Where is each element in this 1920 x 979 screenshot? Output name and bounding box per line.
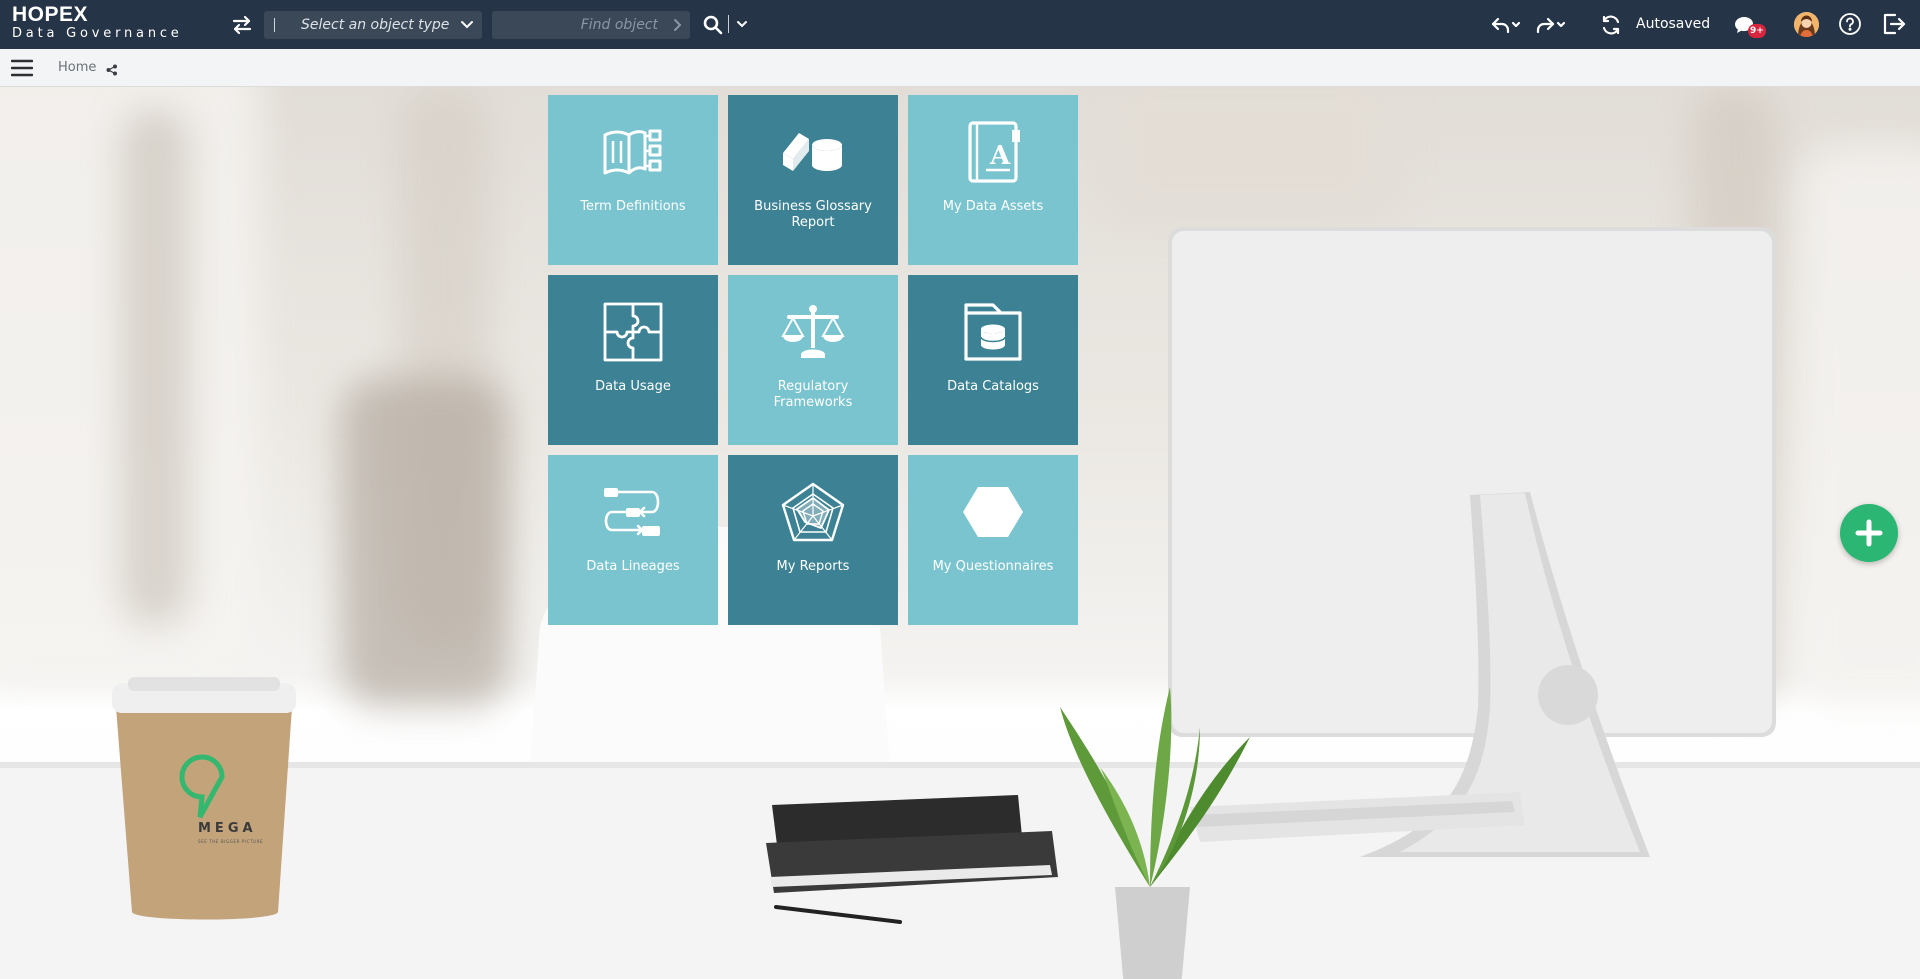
search-icon[interactable] xyxy=(701,13,725,37)
notification-badge: 9+ xyxy=(1748,24,1766,38)
tile-label: Data Catalogs xyxy=(947,379,1039,394)
text-caret xyxy=(274,18,275,32)
tile-data-usage[interactable]: Data Usage xyxy=(548,275,718,445)
tile-label: Data Usage xyxy=(595,379,671,394)
tile-label: My Data Assets xyxy=(942,199,1044,214)
find-object-input[interactable] xyxy=(492,11,662,39)
autosave-status: Autosaved xyxy=(1636,16,1711,32)
address-book-icon: A xyxy=(958,117,1028,187)
folder-database-icon xyxy=(958,297,1028,367)
tile-label: Regulatory Frameworks xyxy=(773,379,853,410)
svg-text:A: A xyxy=(989,141,1011,171)
brand-subtitle: Data Governance xyxy=(12,26,183,41)
tile-data-lineages[interactable]: Data Lineages xyxy=(548,455,718,625)
top-bar: HOPEX Data Governance Select an object t… xyxy=(0,0,1920,49)
tile-label: Data Lineages xyxy=(586,559,680,574)
object-type-placeholder: Select an object type xyxy=(301,17,450,33)
tile-label: My Questionnaires xyxy=(932,559,1054,574)
object-type-select[interactable]: Select an object type xyxy=(264,11,482,39)
user-avatar[interactable] xyxy=(1794,12,1819,37)
menu-icon[interactable] xyxy=(10,57,34,79)
undo-icon[interactable] xyxy=(1490,13,1524,37)
books-database-icon xyxy=(778,117,848,187)
help-icon[interactable] xyxy=(1838,12,1862,36)
app-logo[interactable]: HOPEX Data Governance xyxy=(12,4,183,40)
share-icon[interactable] xyxy=(106,61,118,76)
tile-my-data-assets[interactable]: A My Data Assets xyxy=(908,95,1078,265)
breadcrumb: Home xyxy=(0,49,1920,87)
brand-name: HOPEX xyxy=(12,3,89,26)
scales-icon xyxy=(778,297,848,367)
svg-text:SEE THE BIGGER PICTURE: SEE THE BIGGER PICTURE xyxy=(198,839,263,844)
chevron-down-icon xyxy=(461,21,473,29)
notifications-button[interactable]: 9+ xyxy=(1734,12,1766,40)
find-object-field xyxy=(492,11,690,39)
svg-text:MEGA: MEGA xyxy=(198,821,257,836)
sync-icon[interactable] xyxy=(1599,13,1623,37)
tile-term-definitions[interactable]: Term Definitions xyxy=(548,95,718,265)
flow-icon xyxy=(598,477,668,547)
search-options-chevron-icon[interactable] xyxy=(734,16,750,32)
add-button[interactable] xyxy=(1840,504,1898,562)
tile-label: Business Glossary Report xyxy=(754,199,872,230)
hexagon-icon xyxy=(958,477,1028,547)
swap-arrows-icon[interactable] xyxy=(230,13,254,37)
tile-label: My Reports xyxy=(776,559,850,574)
tile-business-glossary-report[interactable]: Business Glossary Report xyxy=(728,95,898,265)
tile-my-reports[interactable]: My Reports xyxy=(728,455,898,625)
plus-icon xyxy=(1855,519,1883,547)
tile-label: Term Definitions xyxy=(580,199,686,214)
logout-icon[interactable] xyxy=(1880,11,1906,37)
book-list-icon xyxy=(598,117,668,187)
tile-my-questionnaires[interactable]: My Questionnaires xyxy=(908,455,1078,625)
tile-regulatory-frameworks[interactable]: Regulatory Frameworks xyxy=(728,275,898,445)
radar-chart-icon xyxy=(778,477,848,547)
search-divider xyxy=(728,15,729,33)
tile-data-catalogs[interactable]: Data Catalogs xyxy=(908,275,1078,445)
redo-icon[interactable] xyxy=(1535,13,1569,37)
breadcrumb-home[interactable]: Home xyxy=(58,60,96,75)
puzzle-icon xyxy=(598,297,668,367)
chevron-right-icon[interactable] xyxy=(670,18,684,32)
